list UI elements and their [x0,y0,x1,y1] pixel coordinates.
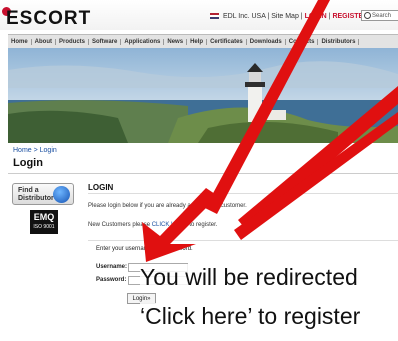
search-input[interactable]: Search [361,10,398,21]
iso-mark-text: EMQ [33,212,55,222]
escort-logo[interactable]: ESCORT [6,8,91,30]
nav-item-applications[interactable]: Applications [121,38,165,45]
globe-icon [53,186,70,203]
annotation-line-2: ‘Click here’ to register [140,303,398,330]
find-distributor-label: Find a Distributor [18,187,54,202]
search-icon [364,12,371,19]
login-section-title: LOGIN [88,183,114,192]
nav-item-home[interactable]: Home [8,38,32,45]
annotation-line-1: You will be redirected [140,264,398,291]
us-flag-icon [210,13,219,20]
search-placeholder: Search [372,13,392,19]
iso-standard-text: ISO 9001 [33,224,55,230]
nav-item-news[interactable]: News [164,38,188,45]
existing-customer-text: Please login below if you are already a … [88,203,247,209]
org-link[interactable]: EDL Inc. USA [223,13,266,20]
nav-item-certificates[interactable]: Certificates [207,38,247,45]
new-customer-suffix: to register. [189,222,218,228]
nav-item-contacts[interactable]: Contacts [286,38,319,45]
nav-item-products[interactable]: Products [56,38,90,45]
top-bar: ESCORT EDL Inc. USA | Site Map | LOGIN |… [0,0,398,30]
iso-certification-badge: EMQ ISO 9001 [30,210,58,234]
section-divider [88,193,398,194]
main-nav: Home About Products Software Application… [8,34,398,49]
nav-item-software[interactable]: Software [89,38,122,45]
login-link[interactable]: LOGIN [305,13,327,20]
sitemap-link[interactable]: Site Map [271,13,299,20]
page-title: Login [13,157,43,169]
hero-banner-image [8,48,398,143]
divider [8,173,398,174]
breadcrumb[interactable]: Home > Login [13,147,57,154]
top-links: EDL Inc. USA | Site Map | LOGIN | REGIST… [210,13,368,20]
new-customer-text: New Customers please CLICK HERE to regis… [88,222,217,228]
click-here-register-link[interactable]: CLICK HERE [152,222,188,228]
username-label: Username: [96,264,128,270]
form-hint: Enter your username and password. [96,246,193,252]
nav-item-distributors[interactable]: Distributors [318,38,360,45]
nav-item-about[interactable]: About [32,38,56,45]
password-label: Password: [96,277,127,283]
new-customer-prefix: New Customers please [88,222,151,228]
nav-item-downloads[interactable]: Downloads [247,38,286,45]
nav-item-help[interactable]: Help [187,38,208,45]
find-distributor-button[interactable]: Find a Distributor [12,183,74,205]
